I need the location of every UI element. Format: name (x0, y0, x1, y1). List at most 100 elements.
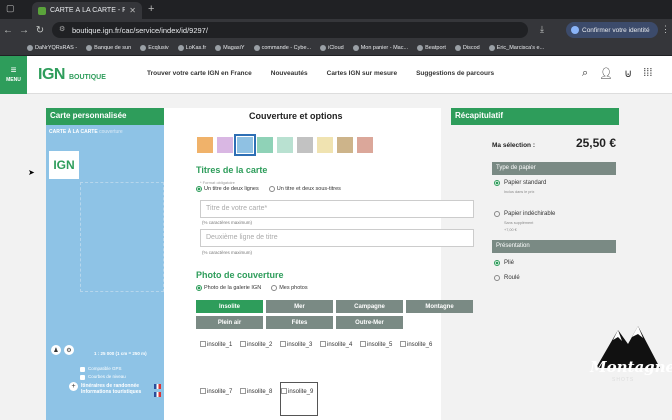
thumb-insolite-5[interactable]: insolite_5 (360, 341, 397, 365)
confirm-identity-button[interactable]: Confirmer votre identité (566, 22, 658, 38)
url-text: boutique.ign.fr/cac/service/index/id/929… (72, 25, 208, 35)
bookmark-item[interactable]: Mon panier - Mac... (352, 45, 408, 51)
search-icon[interactable]: ⌕ (582, 67, 588, 80)
nav-find-map[interactable]: Trouver votre carte IGN en France (147, 70, 252, 77)
thumb-insolite-2[interactable]: insolite_2 (240, 341, 277, 365)
thumb-insolite-6[interactable]: insolite_6 (400, 341, 437, 365)
forward-icon[interactable]: → (16, 25, 32, 36)
paper-type-heading: Type de papier (492, 162, 616, 175)
options-column: Couverture et options Titres de la carte… (164, 108, 474, 420)
download-icon[interactable]: ⤓ (540, 24, 544, 35)
map-cover-bottom: + Itinéraires de randonnée Informations … (46, 380, 164, 420)
color-swatch[interactable] (257, 137, 273, 153)
radio-icon (494, 275, 500, 281)
category-campagne[interactable]: Campagne (336, 300, 403, 313)
bookmark-item[interactable]: iCloud (320, 45, 344, 51)
color-swatch[interactable] (337, 137, 353, 153)
browser-menu-icon[interactable]: ⋮ (661, 24, 670, 35)
color-swatch[interactable] (317, 137, 333, 153)
radio-ign-gallery[interactable]: Photo de la galerie IGN (196, 285, 261, 291)
color-swatch[interactable] (297, 137, 313, 153)
left-column-title: Carte personnalisée (46, 108, 164, 125)
reload-icon[interactable]: ↻ (32, 25, 48, 36)
bookmark-item[interactable]: DaNrYQRsRAS - (27, 45, 77, 51)
category-insolite[interactable]: Insolite (196, 300, 263, 313)
broken-image-icon (240, 388, 246, 394)
window-controls-icon[interactable]: ▢ (6, 3, 15, 14)
apps-grid-icon[interactable]: ⁞⁞⁞ (643, 67, 652, 80)
contour-icon (80, 374, 85, 380)
radio-my-photos[interactable]: Mes photos (271, 285, 308, 291)
bookmark-item[interactable]: Discod (454, 45, 480, 51)
category-fetes[interactable]: Fêtes (266, 316, 333, 329)
list-item: Compatible GPS (80, 365, 126, 373)
color-swatch[interactable] (217, 137, 233, 153)
color-swatch[interactable] (234, 134, 256, 156)
thumb-insolite-3[interactable]: insolite_3 (280, 341, 317, 365)
hiker-icon: ♟ (51, 345, 61, 355)
address-bar[interactable]: ⚙ boutique.ign.fr/cac/service/index/id/9… (52, 22, 528, 38)
broken-image-icon (240, 341, 246, 347)
thumb-insolite-1[interactable]: insolite_1 (200, 341, 237, 365)
profile-icon (571, 26, 579, 34)
nav-new[interactable]: Nouveautés (271, 70, 308, 77)
presentation-folded-option[interactable]: Plié (494, 260, 514, 266)
nav-custom-maps[interactable]: Cartes IGN sur mesure (327, 70, 397, 77)
title-input[interactable]: Titre de votre carte* (200, 200, 474, 218)
browser-tab[interactable]: CARTE À LA CARTE - RANDO ✕ (32, 2, 142, 19)
color-swatch[interactable] (357, 137, 373, 153)
close-tab-icon[interactable]: ✕ (129, 6, 136, 15)
category-plein-air[interactable]: Plein air (196, 316, 263, 329)
color-swatch[interactable] (197, 137, 213, 153)
subtitle-input[interactable]: Deuxième ligne de titre (200, 229, 474, 247)
bookmark-item[interactable]: Ecqlusiv (140, 45, 169, 51)
bookmark-item[interactable]: Beatport (417, 45, 446, 51)
new-tab-icon[interactable]: + (148, 3, 154, 15)
header-icons: ⌕ 👤︎ ⊍ ⁞⁞⁞ (582, 67, 652, 80)
back-icon[interactable]: ← (0, 25, 16, 36)
bookmark-item[interactable]: commande - Cybe... (253, 45, 311, 51)
bookmark-item[interactable]: Banque de sun (86, 45, 131, 51)
paper-standard-option[interactable]: Papier standard (494, 180, 546, 186)
radio-icon (494, 211, 500, 217)
radio-icon (494, 260, 500, 266)
category-outre-mer[interactable]: Outre-Mer (336, 316, 403, 329)
menu-button[interactable]: ≡ MENU (0, 56, 27, 94)
tab-title: CARTE À LA CARTE - RANDO (50, 7, 126, 14)
title-type-options: Un titre de deux lignes Un titre et deux… (196, 186, 341, 192)
browser-toolbar: ← → ↻ ⚙ boutique.ign.fr/cac/service/inde… (0, 19, 672, 41)
map-cover-label: CARTE À LA CARTE couverture (49, 129, 123, 135)
thumb-insolite-8[interactable]: insolite_8 (240, 388, 277, 412)
color-swatch[interactable] (277, 137, 293, 153)
paper-tearproof-option[interactable]: Papier indéchirable (494, 211, 555, 217)
radio-two-lines[interactable]: Un titre de deux lignes (196, 186, 259, 192)
radio-title-subtitles[interactable]: Un titre et deux sous-titres (268, 186, 341, 192)
thumb-insolite-9[interactable]: insolite_9 (280, 382, 318, 416)
map-cover-preview: CARTE À LA CARTE couverture IGN ♟ ⚙ 1 : … (46, 125, 164, 380)
subtitle-input-hint: (% caractères maximum) (202, 250, 253, 255)
web-page: ≡ MENU IGN BOUTIQUE Trouver votre carte … (0, 56, 672, 420)
account-icon[interactable]: 👤︎ (599, 67, 613, 80)
cart-icon[interactable]: ⊍ (624, 67, 632, 80)
flag-en-icon (154, 392, 161, 397)
presentation-rolled-option[interactable]: Roulé (494, 275, 520, 281)
selection-price: 25,50 € (575, 136, 616, 150)
thumb-insolite-4[interactable]: insolite_4 (320, 341, 357, 365)
site-info-icon[interactable]: ⚙ (59, 25, 65, 33)
paper-tearproof-sub: Sans supplément (504, 221, 534, 225)
site-logo[interactable]: IGN BOUTIQUE (38, 66, 106, 84)
bookmarks-bar: DaNrYQRsRAS - Banque de sun Ecqlusiv LoK… (0, 41, 672, 56)
category-mer[interactable]: Mer (266, 300, 333, 313)
channel-watermark: Montagne SHOTS (590, 322, 672, 418)
titles-heading: Titres de la carte (196, 165, 268, 175)
thumb-insolite-7[interactable]: insolite_7 (200, 388, 237, 412)
browser-tabbar: ▢ CARTE À LA CARTE - RANDO ✕ + (0, 0, 672, 19)
bookmark-item[interactable]: LoKas.fr (177, 45, 206, 51)
confirm-identity-label: Confirmer votre identité (582, 26, 650, 34)
nav-suggestions[interactable]: Suggestions de parcours (416, 70, 494, 77)
broken-image-icon (200, 341, 206, 347)
map-features-list: Compatible GPS Courbes de niveau (80, 365, 126, 381)
main-nav: Trouver votre carte IGN en France Nouvea… (147, 70, 494, 77)
bookmark-item[interactable]: MagasiY (215, 45, 245, 51)
bookmark-item[interactable]: Eric_Marcisca's e... (488, 45, 544, 51)
